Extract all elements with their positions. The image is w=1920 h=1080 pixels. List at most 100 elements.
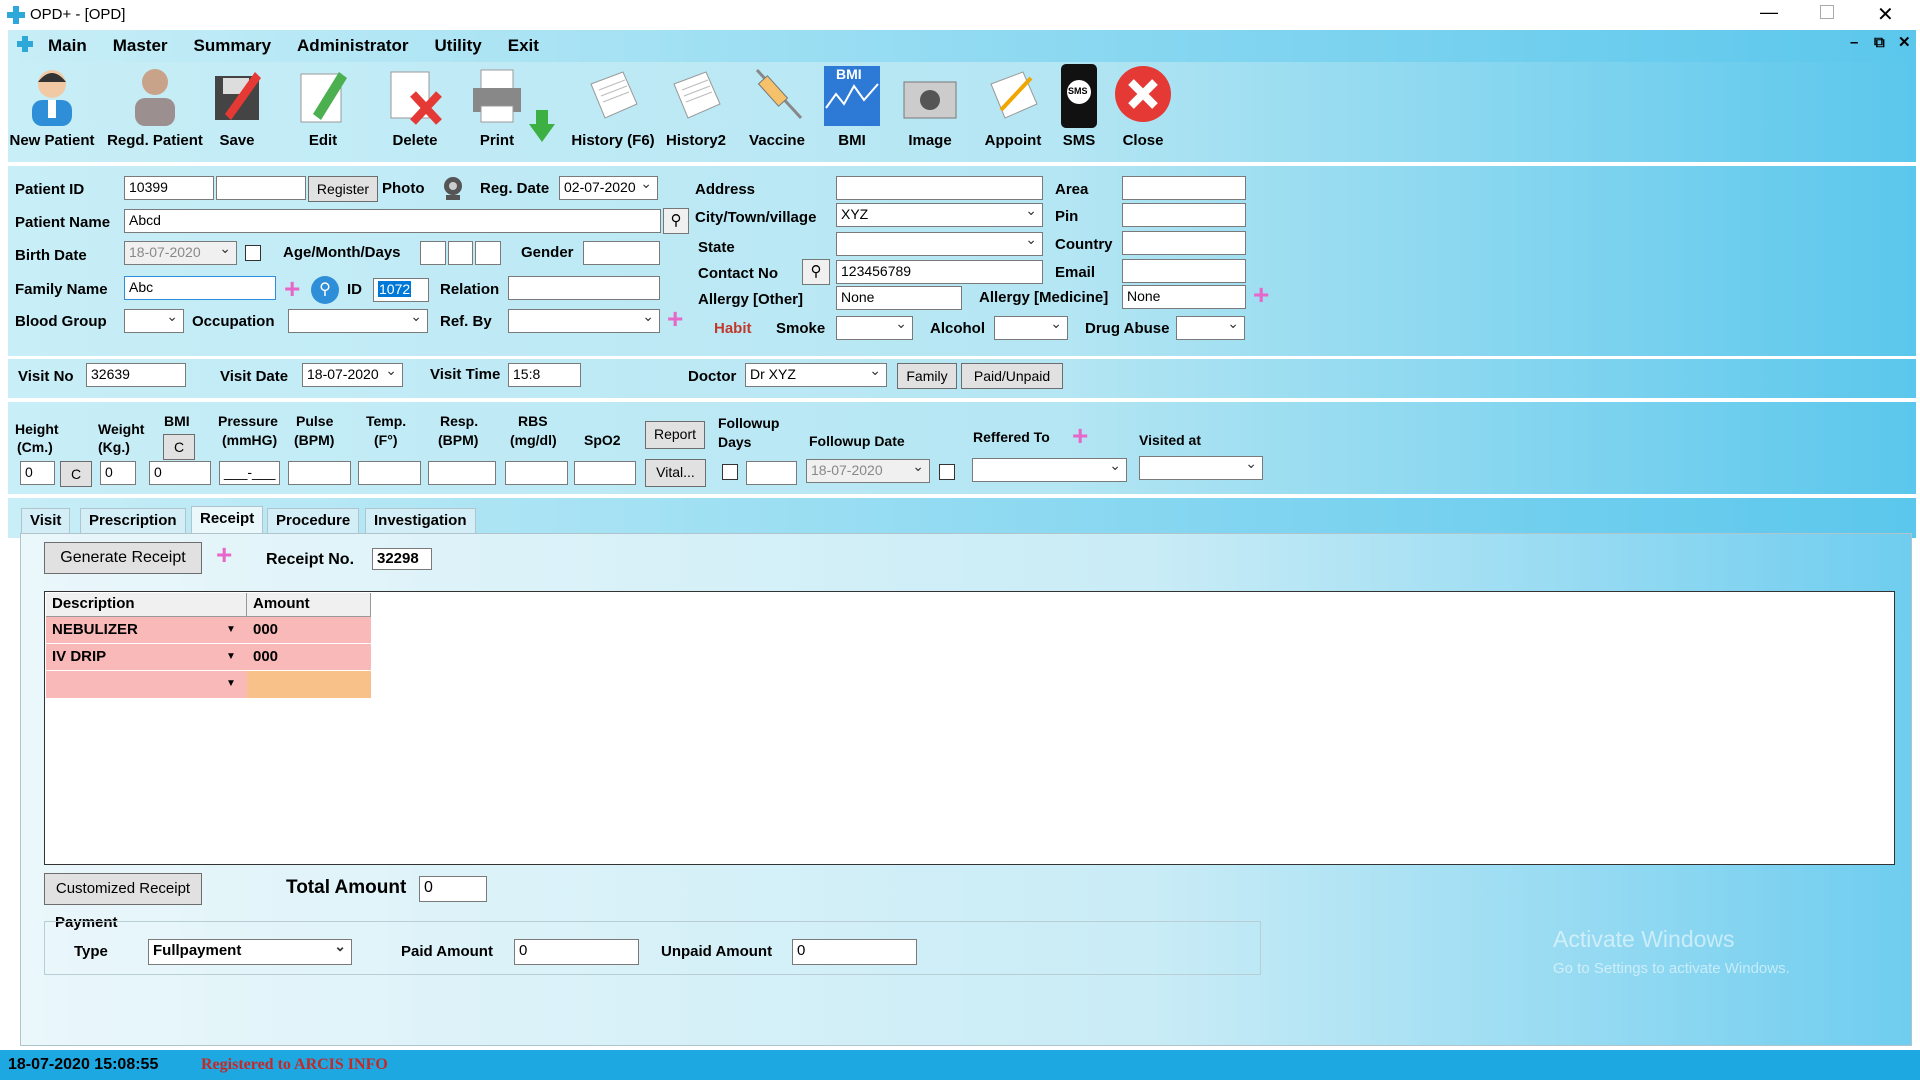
vital-button[interactable]: Vital... <box>645 459 706 487</box>
allergy-medicine-input[interactable]: None <box>1122 285 1246 309</box>
table-row-2-amount[interactable]: 000 <box>247 644 371 671</box>
temp-input[interactable] <box>358 461 421 485</box>
save-button[interactable]: Save <box>187 64 287 149</box>
age-months-input[interactable] <box>448 241 473 265</box>
table-row-new-description[interactable] <box>46 671 247 698</box>
email-input[interactable] <box>1122 259 1246 283</box>
edit-button[interactable]: Edit <box>273 64 373 149</box>
rbs-input[interactable] <box>505 461 568 485</box>
row-new-dropdown-icon[interactable]: ▼ <box>226 678 236 689</box>
city-select[interactable]: XYZ <box>836 203 1043 227</box>
paid-unpaid-button[interactable]: Paid/Unpaid <box>961 363 1063 389</box>
occupation-select[interactable] <box>288 309 428 333</box>
family-name-input[interactable]: Abc <box>124 276 276 300</box>
payment-type-select[interactable]: Fullpayment <box>148 939 352 965</box>
add-referred-icon[interactable]: + <box>1072 422 1088 450</box>
visited-at-select[interactable] <box>1139 456 1263 480</box>
alcohol-select[interactable] <box>994 316 1068 340</box>
height-calc-button[interactable]: C <box>60 461 92 487</box>
minimize-icon[interactable]: — <box>1760 2 1778 23</box>
close-button[interactable]: Close <box>1093 64 1193 149</box>
menu-main[interactable]: Main <box>48 36 87 56</box>
age-years-input[interactable] <box>420 241 446 265</box>
menu-exit[interactable]: Exit <box>508 36 539 56</box>
row-2-dropdown-icon[interactable]: ▼ <box>226 651 236 662</box>
allergy-other-input[interactable]: None <box>836 286 962 310</box>
bmi-calc-button[interactable]: C <box>163 434 195 460</box>
add-receipt-icon[interactable]: + <box>216 541 232 569</box>
add-family-icon[interactable]: + <box>284 275 300 303</box>
table-row-1-amount[interactable]: 000 <box>247 617 371 644</box>
paid-amount-input[interactable]: 0 <box>514 939 639 965</box>
register-button[interactable]: Register <box>308 176 378 202</box>
menu-administrator[interactable]: Administrator <box>297 36 408 56</box>
family-id-input[interactable]: 1072 <box>373 278 429 302</box>
ref-by-select[interactable] <box>508 309 660 333</box>
doctor-select[interactable]: Dr XYZ <box>745 363 887 387</box>
age-days-input[interactable] <box>475 241 501 265</box>
gender-input[interactable] <box>583 241 660 265</box>
family-button[interactable]: Family <box>897 363 957 389</box>
menu-master[interactable]: Master <box>113 36 168 56</box>
followup-date-checkbox[interactable] <box>939 464 955 480</box>
relation-input[interactable] <box>508 276 660 300</box>
pulse-input[interactable] <box>288 461 351 485</box>
add-allergy-icon[interactable]: + <box>1253 281 1269 309</box>
row-1-dropdown-icon[interactable]: ▼ <box>226 624 236 635</box>
print-dropdown-arrow-icon[interactable] <box>528 108 556 148</box>
patient-id-extra-input[interactable] <box>216 176 306 200</box>
menu-summary[interactable]: Summary <box>194 36 271 56</box>
tab-receipt[interactable]: Receipt <box>191 506 264 534</box>
mdi-restore-icon[interactable]: ⧉ <box>1874 34 1885 51</box>
report-button[interactable]: Report <box>645 421 705 449</box>
resp-input[interactable] <box>428 461 496 485</box>
webcam-icon[interactable] <box>440 175 466 205</box>
table-row-1-description[interactable]: NEBULIZER <box>46 617 247 644</box>
patient-id-input[interactable]: 10399 <box>124 176 214 200</box>
total-amount-input[interactable]: 0 <box>419 876 487 902</box>
country-input[interactable] <box>1122 231 1246 255</box>
close-window-icon[interactable]: ✕ <box>1877 2 1894 27</box>
spo2-input[interactable] <box>574 461 636 485</box>
pin-input[interactable] <box>1122 203 1246 227</box>
blood-group-select[interactable] <box>124 309 184 333</box>
followup-date-picker[interactable]: 18-07-2020 <box>806 459 930 483</box>
pressure-input[interactable]: ___-___ <box>219 461 280 485</box>
bmi-input[interactable]: 0 <box>149 461 211 485</box>
tab-visit[interactable]: Visit <box>21 508 71 534</box>
add-ref-by-icon[interactable]: + <box>667 305 683 333</box>
area-input[interactable] <box>1122 176 1246 200</box>
maximize-icon[interactable] <box>1820 5 1834 19</box>
patient-search-icon[interactable]: ⚲ <box>663 208 689 234</box>
customized-receipt-button[interactable]: Customized Receipt <box>44 873 202 905</box>
family-search-icon[interactable]: ⚲ <box>311 276 339 304</box>
mdi-close-icon[interactable]: ✕ <box>1898 33 1911 51</box>
tab-investigation[interactable]: Investigation <box>365 508 476 534</box>
tab-procedure[interactable]: Procedure <box>267 508 360 534</box>
mdi-minimize-icon[interactable]: – <box>1850 34 1858 51</box>
state-select[interactable] <box>836 232 1043 256</box>
height-input[interactable]: 0 <box>20 461 55 485</box>
generate-receipt-button[interactable]: Generate Receipt <box>44 542 202 574</box>
drug-abuse-select[interactable] <box>1176 316 1245 340</box>
contact-input[interactable]: 123456789 <box>836 260 1043 284</box>
followup-days-input[interactable] <box>746 461 797 485</box>
birth-date-checkbox[interactable] <box>245 245 261 261</box>
patient-name-input[interactable]: Abcd <box>124 209 661 233</box>
birth-date-picker[interactable]: 18-07-2020 <box>124 241 237 265</box>
visit-time-input[interactable]: 15:8 <box>508 363 581 387</box>
tab-prescription[interactable]: Prescription <box>80 508 186 534</box>
weight-input[interactable]: 0 <box>100 461 136 485</box>
unpaid-amount-input[interactable]: 0 <box>792 939 917 965</box>
new-patient-button[interactable]: New Patient <box>2 64 102 149</box>
menu-utility[interactable]: Utility <box>435 36 482 56</box>
table-row-new-amount[interactable] <box>247 671 371 698</box>
reg-date-picker[interactable]: 02-07-2020 <box>559 176 658 200</box>
table-row-2-description[interactable]: IV DRIP <box>46 644 247 671</box>
contact-search-icon[interactable]: ⚲ <box>802 259 830 285</box>
referred-to-select[interactable] <box>972 458 1127 482</box>
followup-checkbox[interactable] <box>722 464 738 480</box>
address-input[interactable] <box>836 176 1043 200</box>
smoke-select[interactable] <box>836 316 913 340</box>
visit-no-input[interactable]: 32639 <box>86 363 186 387</box>
